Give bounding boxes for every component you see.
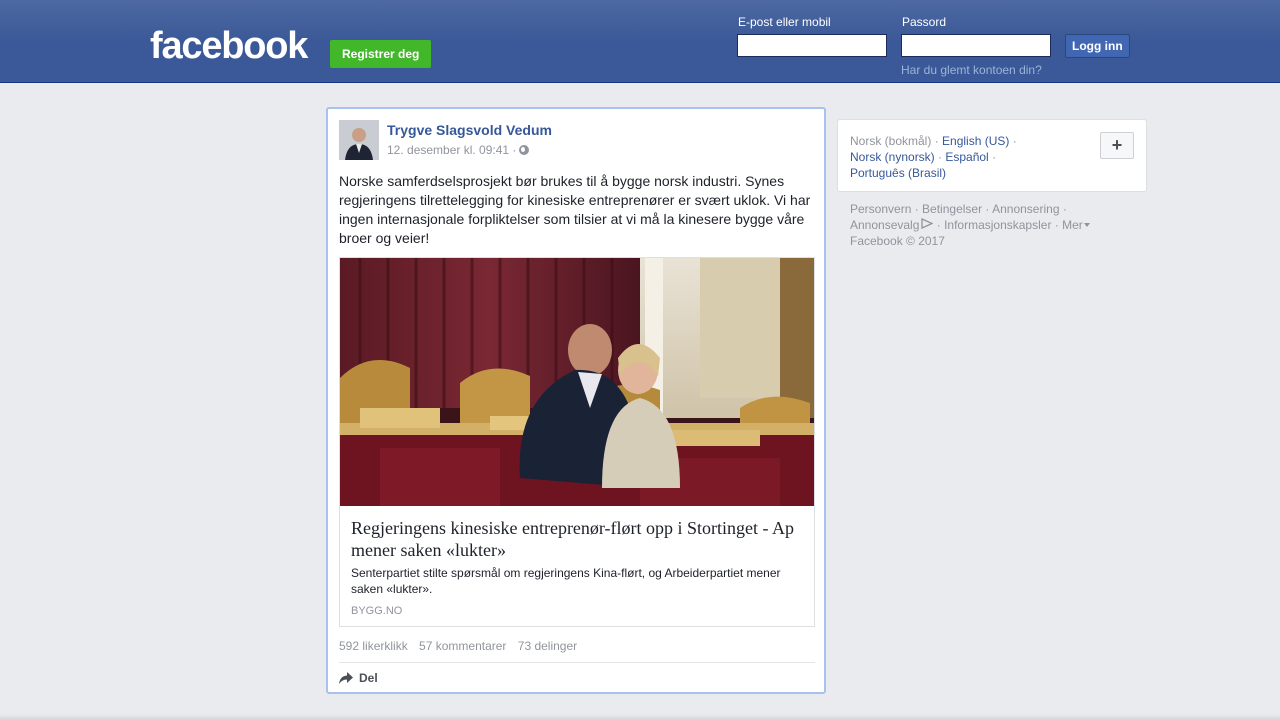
email-label: E-post eller mobil (738, 15, 831, 29)
post-text: Norske samferdselsprosjekt bør brukes ti… (339, 173, 811, 246)
shares-count[interactable]: 73 delinger (518, 639, 577, 653)
email-field[interactable] (737, 34, 887, 57)
language-link-nynorsk[interactable]: Norsk (nynorsk) (850, 150, 935, 164)
bottom-shade (0, 714, 1280, 720)
forgot-account-link[interactable]: Har du glemt kontoen din? (901, 63, 1042, 77)
password-field[interactable] (901, 34, 1051, 57)
more-label: Mer (1062, 218, 1083, 232)
post-timestamp: 12. desember kl. 09:41 · (387, 143, 530, 157)
language-box: Norsk (bokmål) · English (US) · Norsk (n… (837, 119, 1147, 192)
language-link-english[interactable]: English (US) (942, 134, 1009, 148)
post-card: Trygve Slagsvold Vedum 12. desember kl. … (326, 107, 826, 694)
link-image[interactable] (340, 258, 814, 506)
top-bar: facebook Registrer deg E-post eller mobi… (0, 0, 1280, 83)
plus-icon: + (1111, 135, 1123, 155)
language-link-portugues[interactable]: Português (Brasil) (850, 166, 946, 180)
footer-link-more[interactable]: Mer (1062, 218, 1090, 232)
facebook-logo[interactable]: facebook (150, 26, 308, 66)
current-language: Norsk (bokmål) (850, 134, 932, 148)
link-preview[interactable]: Regjeringens kinesiske entreprenør-flørt… (339, 257, 815, 627)
share-button[interactable]: Del (339, 671, 378, 685)
footer-links: Personvern · Betingelser · Annonsering ·… (850, 201, 1140, 249)
share-label: Del (359, 671, 378, 685)
comments-count[interactable]: 57 kommentarer (419, 639, 506, 653)
ad-choices-icon (921, 217, 934, 230)
link-description: Senterpartiet stilte spørsmål om regjeri… (351, 566, 781, 596)
caret-down-icon (1083, 223, 1090, 227)
author-name[interactable]: Trygve Slagsvold Vedum (387, 122, 552, 138)
divider (339, 662, 815, 663)
footer-link-advertising[interactable]: Annonsering (992, 202, 1059, 216)
footer-link-privacy[interactable]: Personvern (850, 202, 911, 216)
login-button[interactable]: Logg inn (1065, 34, 1130, 58)
likes-count[interactable]: 592 likerklikk (339, 639, 408, 653)
footer-link-cookies[interactable]: Informasjonskapsler (944, 218, 1051, 232)
link-domain: BYGG.NO (351, 605, 403, 617)
timestamp-text[interactable]: 12. desember kl. 09:41 · (387, 143, 516, 157)
globe-icon (519, 145, 530, 155)
footer-link-terms[interactable]: Betingelser (922, 202, 982, 216)
more-languages-button[interactable]: + (1100, 132, 1134, 159)
author-avatar[interactable] (339, 120, 379, 160)
language-link-espanol[interactable]: Español (945, 150, 988, 164)
share-icon (339, 672, 353, 684)
post-stats: 592 likerklikk 57 kommentarer 73 delinge… (339, 639, 585, 653)
language-list: Norsk (bokmål) · English (US) · Norsk (n… (850, 134, 1017, 180)
copyright: Facebook © 2017 (850, 234, 945, 248)
password-label: Passord (902, 15, 947, 29)
footer-link-ad-choices[interactable]: Annonsevalg (850, 218, 919, 232)
link-title[interactable]: Regjeringens kinesiske entreprenør-flørt… (351, 517, 806, 561)
register-button[interactable]: Registrer deg (330, 40, 432, 68)
